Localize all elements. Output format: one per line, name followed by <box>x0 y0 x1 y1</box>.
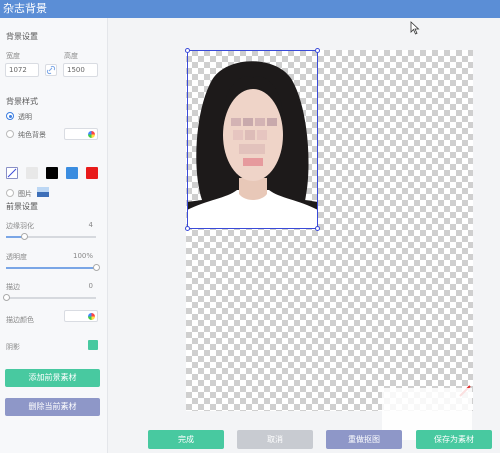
shadow-color-toggle[interactable] <box>88 340 98 350</box>
solid-color-radio[interactable] <box>6 130 14 138</box>
mouse-cursor-icon <box>410 21 420 35</box>
bg-settings-title: 背景设置 <box>6 32 38 41</box>
height-input[interactable]: 1500 <box>63 63 98 77</box>
image-thumbnail-icon[interactable] <box>37 187 49 197</box>
transparent-label: 透明 <box>18 113 32 121</box>
opacity-slider[interactable] <box>6 264 100 271</box>
feather-slider-knob[interactable] <box>21 233 28 240</box>
swatch-red[interactable] <box>86 167 98 179</box>
add-foreground-button[interactable]: 添加前景素材 <box>5 369 100 387</box>
swatch-blue[interactable] <box>66 167 78 179</box>
selection-box[interactable] <box>187 50 318 229</box>
redo-cutout-button[interactable]: 重做抠图 <box>326 430 402 449</box>
transparent-radio[interactable] <box>6 112 14 120</box>
bg-color-picker[interactable] <box>64 128 98 140</box>
stroke-value: 0 <box>88 282 93 290</box>
color-wheel-icon <box>88 131 95 138</box>
resize-handle-tr[interactable] <box>315 48 320 53</box>
stroke-color-picker[interactable] <box>64 310 98 322</box>
solid-color-label: 纯色背景 <box>18 131 46 139</box>
feather-slider[interactable] <box>6 233 96 240</box>
resize-handle-bl[interactable] <box>185 226 190 231</box>
window-title: 杂志背景 <box>0 0 500 18</box>
swatch-light-gray[interactable] <box>26 167 38 179</box>
resize-handle-tl[interactable] <box>185 48 190 53</box>
color-wheel-icon <box>88 313 95 320</box>
opacity-slider-fill <box>6 267 96 269</box>
width-label: 宽度 <box>6 52 20 60</box>
opacity-value: 100% <box>72 252 93 260</box>
stroke-label: 描边 <box>6 283 20 291</box>
swatch-black[interactable] <box>46 167 58 179</box>
delete-foreground-button[interactable]: 删除当前素材 <box>5 398 100 416</box>
done-button[interactable]: 完成 <box>148 430 224 449</box>
feather-label: 边缘羽化 <box>6 222 34 230</box>
stroke-color-label: 描边颜色 <box>6 316 34 324</box>
swatch-none[interactable] <box>6 167 18 179</box>
cancel-button[interactable]: 取消 <box>237 430 313 449</box>
save-as-material-button[interactable]: 保存为素材 <box>416 430 492 449</box>
shadow-label: 阴影 <box>6 343 20 351</box>
opacity-slider-knob[interactable] <box>93 264 100 271</box>
resize-handle-br[interactable] <box>315 226 320 231</box>
image-label: 图片 <box>18 190 32 198</box>
fg-settings-title: 前景设置 <box>6 202 38 211</box>
stroke-slider-knob[interactable] <box>3 294 10 301</box>
link-ratio-icon[interactable] <box>45 64 57 76</box>
feather-value: 4 <box>88 221 93 229</box>
height-label: 高度 <box>64 52 78 60</box>
width-input[interactable]: 1072 <box>5 63 39 77</box>
bg-style-title: 背景样式 <box>6 97 38 106</box>
stroke-slider[interactable] <box>3 294 96 301</box>
image-radio[interactable] <box>6 189 14 197</box>
sidebar-panel: 背景设置 宽度 高度 1072 1500 背景样式 透明 纯色背景 图片 前景设… <box>0 18 108 453</box>
opacity-label: 透明度 <box>6 253 27 261</box>
